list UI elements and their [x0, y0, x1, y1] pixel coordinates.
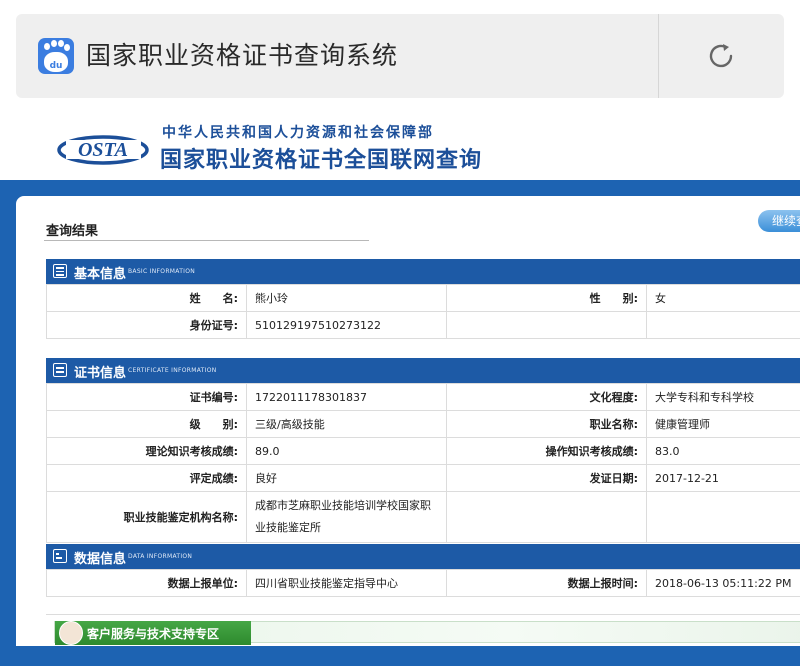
divider: [658, 14, 659, 98]
report-unit-label: 数据上报单位:: [47, 570, 247, 597]
basic-info-table: 姓 名: 熊小玲 性 别: 女 身份证号: 510129197510273122: [46, 284, 800, 339]
table-row: 数据上报单位: 四川省职业技能鉴定指导中心 数据上报时间: 2018-06-13…: [47, 570, 800, 597]
section-title: 证书信息: [74, 362, 126, 381]
issue-date-label: 发证日期:: [447, 465, 647, 492]
practice-score-label: 操作知识考核成绩:: [447, 438, 647, 465]
browser-address-bar[interactable]: du 国家职业资格证书查询系统: [16, 14, 784, 98]
name-label: 姓 名:: [47, 285, 247, 312]
divider: [44, 240, 369, 241]
rating-label: 评定成绩:: [47, 465, 247, 492]
document-icon: [53, 264, 67, 278]
section-basic-info: 基本信息 BASIC INFORMATION: [46, 259, 800, 284]
baidu-paw-icon: du: [38, 38, 74, 74]
gender-value: 女: [647, 285, 800, 312]
table-row: 评定成绩: 良好 发证日期: 2017-12-21: [47, 465, 800, 492]
data-monitor-icon: [53, 549, 67, 563]
reload-icon[interactable]: [704, 39, 738, 73]
section-subtitle: DATA INFORMATION: [128, 553, 192, 560]
table-row: 职业技能鉴定机构名称: 成都市芝麻职业技能培训学校国家职 业技能鉴定所: [47, 492, 800, 543]
level-label: 级 别:: [47, 411, 247, 438]
support-tab[interactable]: 客户服务与技术支持专区: [55, 621, 251, 645]
table-row: 姓 名: 熊小玲 性 别: 女: [47, 285, 800, 312]
section-subtitle: BASIC INFORMATION: [128, 268, 195, 275]
site-header: OSTA 中华人民共和国人力资源和社会保障部 国家职业资格证书全国联网查询: [0, 108, 800, 180]
section-data-info: 数据信息 DATA INFORMATION: [46, 544, 800, 569]
support-bar[interactable]: 客户服务与技术支持专区: [54, 621, 800, 643]
gender-label: 性 别:: [447, 285, 647, 312]
certificate-info-table: 证书编号: 1722011178301837 文化程度: 大学专科和专科学校 级…: [46, 383, 800, 543]
section-certificate-info: 证书信息 CERTIFICATE INFORMATION: [46, 358, 800, 383]
theory-score-value: 89.0: [247, 438, 447, 465]
page-title: 国家职业资格证书查询系统: [86, 38, 398, 74]
report-time-value: 2018-06-13 05:11:22 PM: [647, 570, 800, 597]
certificate-icon: [53, 363, 67, 377]
empty-cell: [447, 492, 647, 543]
occupation-value: 健康管理师: [647, 411, 800, 438]
support-label: 客户服务与技术支持专区: [87, 625, 219, 642]
report-unit-value: 四川省职业技能鉴定指导中心: [247, 570, 447, 597]
logo-text: du: [38, 62, 74, 71]
rating-value: 良好: [247, 465, 447, 492]
id-label: 身份证号:: [47, 312, 247, 339]
agency-value-line: 成都市芝麻职业技能培训学校国家职: [255, 499, 431, 512]
education-value: 大学专科和专科学校: [647, 384, 800, 411]
agency-label: 职业技能鉴定机构名称:: [47, 492, 247, 543]
ministry-name: 中华人民共和国人力资源和社会保障部: [162, 122, 434, 142]
section-title: 数据信息: [74, 548, 126, 567]
practice-score-value: 83.0: [647, 438, 800, 465]
agency-value: 成都市芝麻职业技能培训学校国家职 业技能鉴定所: [247, 492, 447, 543]
occupation-label: 职业名称:: [447, 411, 647, 438]
section-subtitle: CERTIFICATE INFORMATION: [128, 367, 217, 374]
name-value: 熊小玲: [247, 285, 447, 312]
portal-name: 国家职业资格证书全国联网查询: [160, 142, 482, 174]
table-row: 级 别: 三级/高级技能 职业名称: 健康管理师: [47, 411, 800, 438]
continue-query-button[interactable]: 继续查询: [758, 210, 800, 232]
certificate-number-label: 证书编号:: [47, 384, 247, 411]
id-value: 510129197510273122: [247, 312, 447, 339]
table-row: 证书编号: 1722011178301837 文化程度: 大学专科和专科学校: [47, 384, 800, 411]
agency-value-line: 业技能鉴定所: [255, 521, 321, 534]
education-label: 文化程度:: [447, 384, 647, 411]
section-title: 基本信息: [74, 263, 126, 282]
avatar: [59, 621, 83, 645]
result-title: 查询结果: [46, 220, 98, 239]
table-row: 理论知识考核成绩: 89.0 操作知识考核成绩: 83.0: [47, 438, 800, 465]
result-panel: 查询结果 继续查询 基本信息 BASIC INFORMATION 姓 名: 熊小…: [16, 196, 800, 646]
report-time-label: 数据上报时间:: [447, 570, 647, 597]
empty-cell: [647, 492, 800, 543]
empty-cell: [447, 312, 647, 339]
certificate-number-value: 1722011178301837: [247, 384, 447, 411]
issue-date-value: 2017-12-21: [647, 465, 800, 492]
osta-logo-text: OSTA: [78, 139, 128, 161]
osta-logo: OSTA: [56, 126, 151, 168]
table-row: 身份证号: 510129197510273122: [47, 312, 800, 339]
level-value: 三级/高级技能: [247, 411, 447, 438]
data-info-table: 数据上报单位: 四川省职业技能鉴定指导中心 数据上报时间: 2018-06-13…: [46, 569, 800, 597]
theory-score-label: 理论知识考核成绩:: [47, 438, 247, 465]
empty-cell: [647, 312, 800, 339]
divider: [46, 614, 800, 615]
